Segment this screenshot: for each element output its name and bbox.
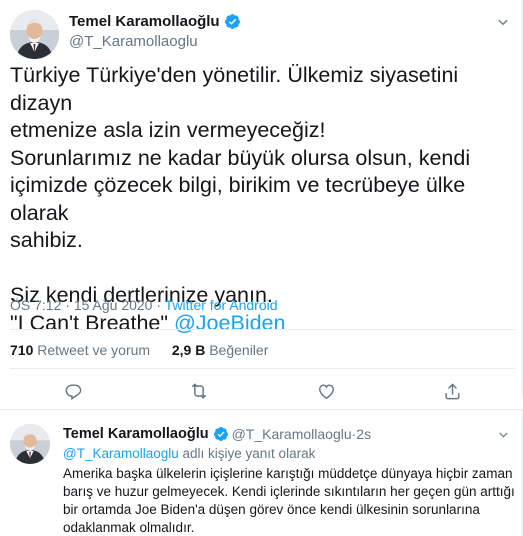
retweets-stat[interactable]: 710 Retweet ve yorum: [10, 342, 150, 358]
profile-photo-icon: [10, 424, 50, 464]
replying-to-mention[interactable]: @T_Karamollaoglu: [63, 446, 179, 461]
meta-separator: ·: [61, 297, 74, 313]
mention-link[interactable]: @JoeBiden: [174, 311, 285, 335]
author-avatar[interactable]: [10, 10, 59, 59]
main-tweet: Temel Karamollaoğlu @T_Karamollaoglu Tür…: [0, 0, 523, 400]
reply-options-icon[interactable]: [497, 428, 510, 446]
reply-author-handle[interactable]: @T_Karamollaoglu: [232, 426, 352, 442]
replying-to: @T_Karamollaoglu adlı kişiye yanıt olara…: [63, 446, 315, 461]
divider: [10, 329, 515, 330]
tweet-stats: 710 Retweet ve yorum 2,9 B Beğeniler: [10, 342, 268, 358]
likes-stat[interactable]: 2,9 B Beğeniler: [172, 342, 269, 358]
verified-badge-icon: [213, 426, 229, 442]
replying-to-suffix: adlı kişiye yanıt olarak: [178, 446, 316, 461]
heart-icon[interactable]: [315, 380, 337, 402]
likes-count: 2,9 B: [171, 342, 206, 358]
author-name-row[interactable]: Temel Karamollaoğlu: [69, 13, 241, 30]
reply-tweet[interactable]: Temel Karamollaoğlu @T_Karamollaoglu · 2…: [0, 409, 523, 536]
retweets-label: Retweet ve yorum: [33, 342, 151, 358]
tweet-options-icon[interactable]: [496, 15, 510, 34]
reply-name-row: Temel Karamollaoğlu @T_Karamollaoglu · 2…: [63, 426, 371, 442]
tweet-line: içimizde çözecek bilgi, birikim ve tecrü…: [10, 173, 472, 225]
reply-text: Amerika başka ülkelerin içişlerine karış…: [63, 466, 515, 535]
tweet-line: sahibiz.: [10, 228, 83, 252]
reply-author-display-name[interactable]: Temel Karamollaoğlu: [63, 426, 209, 442]
meta-separator: ·: [152, 297, 165, 313]
share-icon[interactable]: [441, 380, 463, 402]
verified-badge-icon: [224, 13, 241, 30]
reply-time[interactable]: 2s: [356, 426, 371, 442]
likes-label: Beğeniler: [205, 342, 269, 358]
retweet-icon[interactable]: [188, 380, 210, 402]
divider: [10, 368, 515, 369]
tweet-text: Türkiye Türkiye'den yönetilir. Ülkemiz s…: [10, 62, 515, 337]
reply-icon[interactable]: [62, 380, 84, 402]
reply-author-avatar[interactable]: [10, 424, 50, 464]
profile-photo-icon: [10, 10, 59, 59]
retweets-count: 710: [10, 342, 34, 358]
tweet-source-link[interactable]: Twitter for Android: [165, 297, 278, 313]
tweet-line: etmenize asla izin vermeyeceğiz!: [10, 118, 326, 142]
tweet-line: "I Can't Breathe": [10, 310, 174, 335]
tweet-date[interactable]: 15 Ağu 2020: [74, 297, 153, 313]
tweet-line: Türkiye Türkiye'den yönetilir. Ülkemiz s…: [10, 63, 465, 115]
tweet-line: Sorunlarımız ne kadar büyük olursa olsun…: [10, 145, 471, 170]
tweet-meta: ÖS 7:12 · 15 Ağu 2020 · Twitter for Andr…: [10, 297, 278, 313]
tweet-time[interactable]: ÖS 7:12: [10, 297, 61, 313]
tweet-actions: [0, 380, 523, 400]
author-handle[interactable]: @T_Karamollaoglu: [69, 33, 198, 50]
author-display-name[interactable]: Temel Karamollaoğlu: [69, 13, 220, 30]
